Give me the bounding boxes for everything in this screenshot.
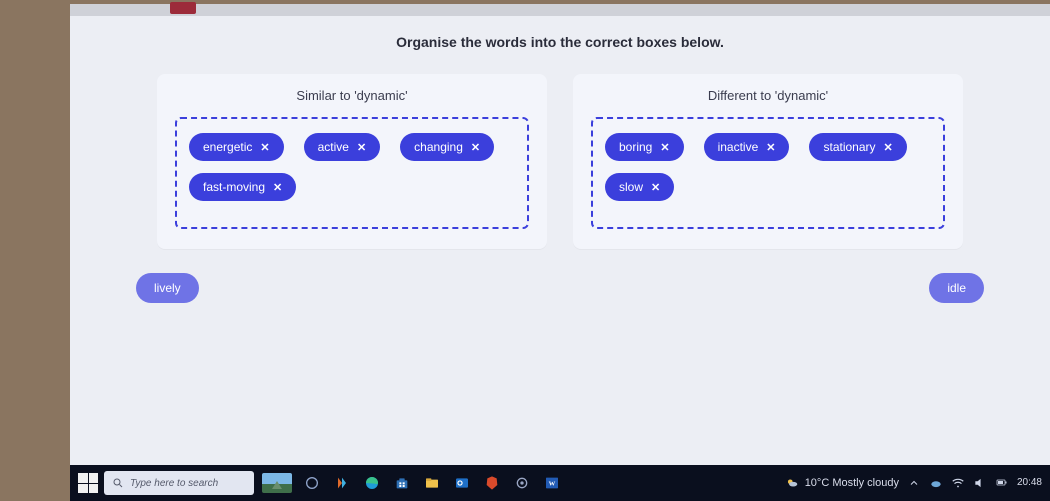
svg-text:W: W xyxy=(549,481,556,488)
word-label: energetic xyxy=(203,140,252,154)
word-label: boring xyxy=(619,140,652,154)
word-label: stationary xyxy=(823,140,875,154)
cortana-icon[interactable] xyxy=(300,471,324,495)
chevron-up-icon[interactable] xyxy=(907,476,921,490)
outlook-icon[interactable] xyxy=(450,471,474,495)
word-pill-fast-moving[interactable]: fast-moving ✕ xyxy=(189,173,296,201)
word-icon[interactable]: W xyxy=(540,471,564,495)
similar-group-title: Similar to 'dynamic' xyxy=(175,88,529,103)
close-icon[interactable]: ✕ xyxy=(884,141,893,154)
word-label: active xyxy=(318,140,349,154)
windows-taskbar: Type here to search W xyxy=(70,465,1050,501)
volume-icon[interactable] xyxy=(973,476,987,490)
word-pill-inactive[interactable]: inactive ✕ xyxy=(704,133,790,161)
system-tray: 10°C Mostly cloudy 20:48 xyxy=(785,476,1042,490)
word-pill-stationary[interactable]: stationary ✕ xyxy=(809,133,906,161)
word-label: idle xyxy=(947,281,966,295)
copilot-icon[interactable] xyxy=(330,471,354,495)
close-icon[interactable]: ✕ xyxy=(273,181,282,194)
battery-icon[interactable] xyxy=(995,476,1009,490)
word-label: fast-moving xyxy=(203,180,265,194)
taskbar-clock[interactable]: 20:48 xyxy=(1017,478,1042,488)
scenic-thumbnail-icon xyxy=(262,473,292,493)
remaining-words-row: lively idle xyxy=(100,249,1020,303)
weather-icon xyxy=(785,476,799,490)
drop-groups: Similar to 'dynamic' energetic ✕ active … xyxy=(100,74,1020,249)
browser-tab-badge[interactable] xyxy=(170,2,196,14)
onedrive-icon[interactable] xyxy=(929,476,943,490)
settings-icon[interactable] xyxy=(510,471,534,495)
close-icon[interactable]: ✕ xyxy=(260,141,269,154)
close-icon[interactable]: ✕ xyxy=(357,141,366,154)
search-icon xyxy=(112,477,124,489)
edge-browser-icon[interactable] xyxy=(360,471,384,495)
similar-dropzone[interactable]: energetic ✕ active ✕ changing ✕ fast-mov… xyxy=(175,117,529,229)
word-pill-lively[interactable]: lively xyxy=(136,273,199,303)
different-group-card: Different to 'dynamic' boring ✕ inactive… xyxy=(573,74,963,249)
weather-widget[interactable]: 10°C Mostly cloudy xyxy=(785,476,899,490)
desktop-screen: Organise the words into the correct boxe… xyxy=(70,4,1050,501)
word-label: lively xyxy=(154,281,181,295)
browser-tab-strip xyxy=(70,4,1050,16)
word-pill-slow[interactable]: slow ✕ xyxy=(605,173,674,201)
similar-group-card: Similar to 'dynamic' energetic ✕ active … xyxy=(157,74,547,249)
different-dropzone[interactable]: boring ✕ inactive ✕ stationary ✕ slow ✕ xyxy=(591,117,945,229)
close-icon[interactable]: ✕ xyxy=(660,141,669,154)
close-icon[interactable]: ✕ xyxy=(471,141,480,154)
file-explorer-icon[interactable] xyxy=(420,471,444,495)
word-label: changing xyxy=(414,140,463,154)
word-label: inactive xyxy=(718,140,759,154)
word-pill-idle[interactable]: idle xyxy=(929,273,984,303)
word-pill-boring[interactable]: boring ✕ xyxy=(605,133,684,161)
word-pill-active[interactable]: active ✕ xyxy=(304,133,381,161)
wifi-icon[interactable] xyxy=(951,476,965,490)
brave-browser-icon[interactable] xyxy=(480,471,504,495)
microsoft-store-icon[interactable] xyxy=(390,471,414,495)
word-pill-changing[interactable]: changing ✕ xyxy=(400,133,494,161)
search-placeholder: Type here to search xyxy=(130,478,218,489)
exercise-instruction: Organise the words into the correct boxe… xyxy=(100,34,1020,50)
close-icon[interactable]: ✕ xyxy=(651,181,660,194)
clock-time: 20:48 xyxy=(1017,478,1042,488)
task-view-icon[interactable] xyxy=(260,471,294,495)
different-group-title: Different to 'dynamic' xyxy=(591,88,945,103)
taskbar-search[interactable]: Type here to search xyxy=(104,471,254,495)
weather-text: 10°C Mostly cloudy xyxy=(805,477,899,489)
vocabulary-exercise-area: Organise the words into the correct boxe… xyxy=(70,16,1050,465)
close-icon[interactable]: ✕ xyxy=(766,141,775,154)
word-label: slow xyxy=(619,180,643,194)
word-pill-energetic[interactable]: energetic ✕ xyxy=(189,133,284,161)
start-button[interactable] xyxy=(78,473,98,493)
